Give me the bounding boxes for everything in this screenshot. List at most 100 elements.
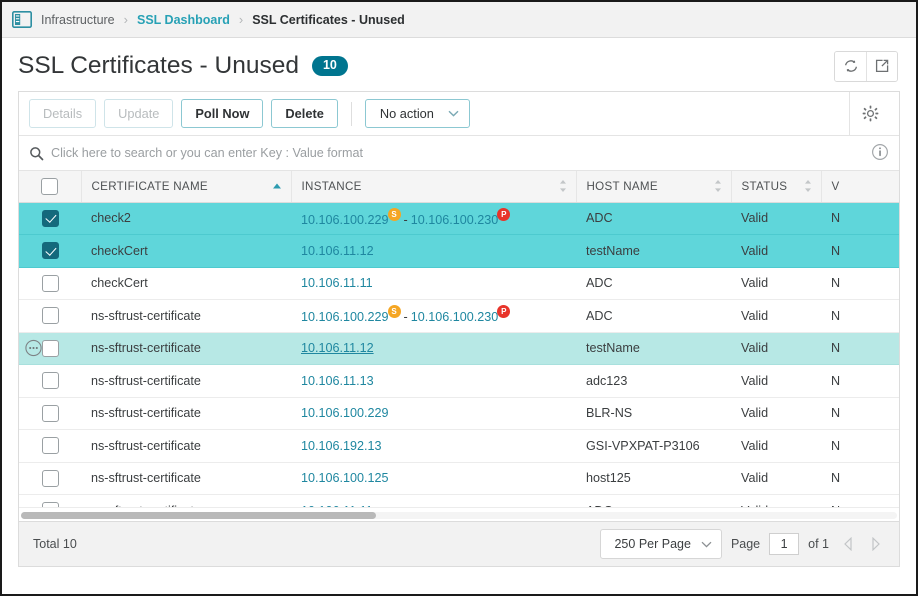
horizontal-scrollbar[interactable] (19, 507, 899, 521)
row-checkbox[interactable] (41, 469, 59, 487)
instance-link[interactable]: 10.106.100.230 (411, 213, 499, 227)
column-header-host-name[interactable]: HOST NAME (576, 171, 732, 203)
table-body: check2 10.106.100.229 S -10.106.100.230 P ADC… (19, 202, 899, 507)
row-select-cell (19, 202, 81, 235)
column-label: HOST NAME (586, 179, 658, 193)
cell-status: Valid (731, 234, 821, 268)
row-checkbox[interactable] (41, 404, 59, 422)
instance-link[interactable]: 10.106.100.125 (301, 471, 389, 485)
export-button[interactable] (866, 51, 897, 81)
table-row[interactable]: check2 10.106.100.229 S -10.106.100.230 P ADC… (19, 202, 899, 235)
delete-button[interactable]: Delete (271, 99, 338, 128)
table-row[interactable]: checkCert 10.106.11.12 testName Valid N (19, 234, 899, 268)
table-row[interactable]: ns-sftrust-certificate10.106.11.11ADCVal… (19, 494, 899, 507)
row-select-cell (19, 332, 81, 365)
instance-link[interactable]: 10.106.100.229 (301, 310, 389, 324)
instance-link[interactable]: 10.106.100.229 (301, 213, 389, 227)
ssl-certificates-unused-page: Infrastructure › SSL Dashboard › SSL Cer… (0, 0, 918, 596)
update-button[interactable]: Update (104, 99, 174, 128)
instance-link[interactable]: 10.106.11.11 (301, 276, 373, 290)
per-page-label: 250 Per Page (614, 537, 691, 551)
instance-link[interactable]: 10.106.192.13 (301, 439, 382, 453)
row-actions-menu-icon[interactable] (25, 340, 42, 357)
table-row[interactable]: ns-sftrust-certificate 10.106.100.229 BLR-… (19, 397, 899, 430)
page-header: SSL Certificates - Unused 10 (2, 38, 916, 91)
details-button[interactable]: Details (29, 99, 97, 128)
refresh-button[interactable] (835, 51, 866, 81)
row-select-cell (19, 267, 81, 300)
action-select[interactable]: No action (364, 99, 470, 128)
page-number-input[interactable] (769, 533, 800, 555)
row-select-cell (19, 299, 81, 333)
page-total-label: of 1 (808, 537, 829, 551)
per-page-select[interactable]: 250 Per Page (600, 529, 722, 559)
chevron-down-icon (448, 110, 459, 117)
cell-status: Valid (731, 364, 821, 398)
table-scroll-area: CERTIFICATE NAME INSTANCE HOST NAME STAT… (19, 171, 899, 507)
breadcrumb-item-infrastructure[interactable]: Infrastructure (41, 13, 115, 27)
cell-host-name: ADC (576, 202, 731, 235)
instance-link[interactable]: 10.106.11.12 (301, 244, 374, 258)
chevron-down-icon (701, 541, 712, 548)
cell-status: Valid (731, 397, 821, 430)
breadcrumb: Infrastructure › SSL Dashboard › SSL Cer… (2, 2, 916, 38)
next-page-button[interactable] (866, 533, 885, 555)
instance-link[interactable]: 10.106.11.13 (301, 374, 374, 388)
table-row[interactable]: ns-sftrust-certificate 10.106.100.125 host… (19, 462, 899, 495)
table-row[interactable]: ns-sftrust-certificate 10.106.100.229 S -10… (19, 299, 899, 333)
refresh-icon (844, 60, 857, 72)
row-checkbox[interactable] (41, 307, 59, 325)
data-card: Details Update Poll Now Delete No action (18, 91, 900, 521)
search-input[interactable] (51, 146, 864, 160)
breadcrumb-item-current: SSL Certificates - Unused (252, 12, 405, 27)
table-row[interactable]: ns-sftrust-certificate 10.106.11.12 testNa… (19, 332, 899, 365)
column-header-status[interactable]: STATUS (731, 171, 822, 203)
cell-instance: 10.106.11.12 (291, 332, 576, 365)
cell-certificate-name: checkCert (81, 267, 291, 300)
select-all-header (19, 171, 82, 203)
row-checkbox[interactable] (41, 339, 59, 357)
table-row[interactable]: ns-sftrust-certificate 10.106.192.13 GSI-V… (19, 429, 899, 463)
row-checkbox[interactable] (41, 372, 59, 390)
row-checkbox[interactable] (41, 274, 59, 292)
table-row[interactable]: checkCert 10.106.11.11 ADC Valid N (19, 267, 899, 300)
table-row[interactable]: ns-sftrust-certificate 10.106.11.13 adc123… (19, 364, 899, 398)
cell-v: N (821, 267, 899, 300)
cell-instance: 10.106.100.229 S -10.106.100.230 P (291, 299, 576, 333)
instance-link[interactable]: 10.106.100.230 (411, 310, 499, 324)
row-checkbox[interactable] (41, 209, 59, 227)
cell-v: N (821, 299, 899, 333)
poll-now-button[interactable]: Poll Now (181, 99, 264, 128)
cell-status: Valid (731, 332, 821, 365)
select-all-checkbox[interactable] (41, 177, 59, 195)
cell-v: N (821, 494, 899, 507)
cell-certificate-name: check2 (81, 202, 291, 235)
panel-toggle-icon[interactable] (12, 11, 32, 28)
cell-host-name: testName (576, 234, 731, 268)
instance-badge-secondary: S (387, 207, 401, 221)
instance-link[interactable]: 10.106.11.12 (301, 341, 374, 355)
cell-host-name: testName (576, 332, 731, 365)
row-checkbox[interactable] (41, 437, 59, 455)
previous-page-button[interactable] (838, 533, 857, 555)
gear-icon (862, 105, 879, 122)
instance-badge-primary: P (497, 207, 511, 221)
breadcrumb-item-ssl-dashboard[interactable]: SSL Dashboard (137, 13, 230, 27)
column-header-v[interactable]: V (821, 171, 899, 203)
instance-link[interactable]: 10.106.100.229 (301, 406, 389, 420)
settings-button[interactable] (849, 91, 891, 136)
column-header-instance[interactable]: INSTANCE (291, 171, 577, 203)
info-button[interactable] (871, 143, 891, 163)
sort-both-icon (714, 180, 721, 193)
row-select-cell (19, 364, 81, 398)
column-header-certificate-name[interactable]: CERTIFICATE NAME (81, 171, 292, 203)
cell-status: Valid (731, 299, 821, 333)
cell-host-name: adc123 (576, 364, 731, 398)
row-checkbox[interactable] (41, 242, 59, 260)
scrollbar-thumb[interactable] (21, 512, 376, 519)
row-select-cell (19, 234, 81, 268)
column-label: INSTANCE (301, 179, 362, 193)
cell-instance: 10.106.11.13 (291, 364, 576, 398)
column-label: STATUS (741, 179, 788, 193)
cell-v: N (821, 202, 899, 235)
